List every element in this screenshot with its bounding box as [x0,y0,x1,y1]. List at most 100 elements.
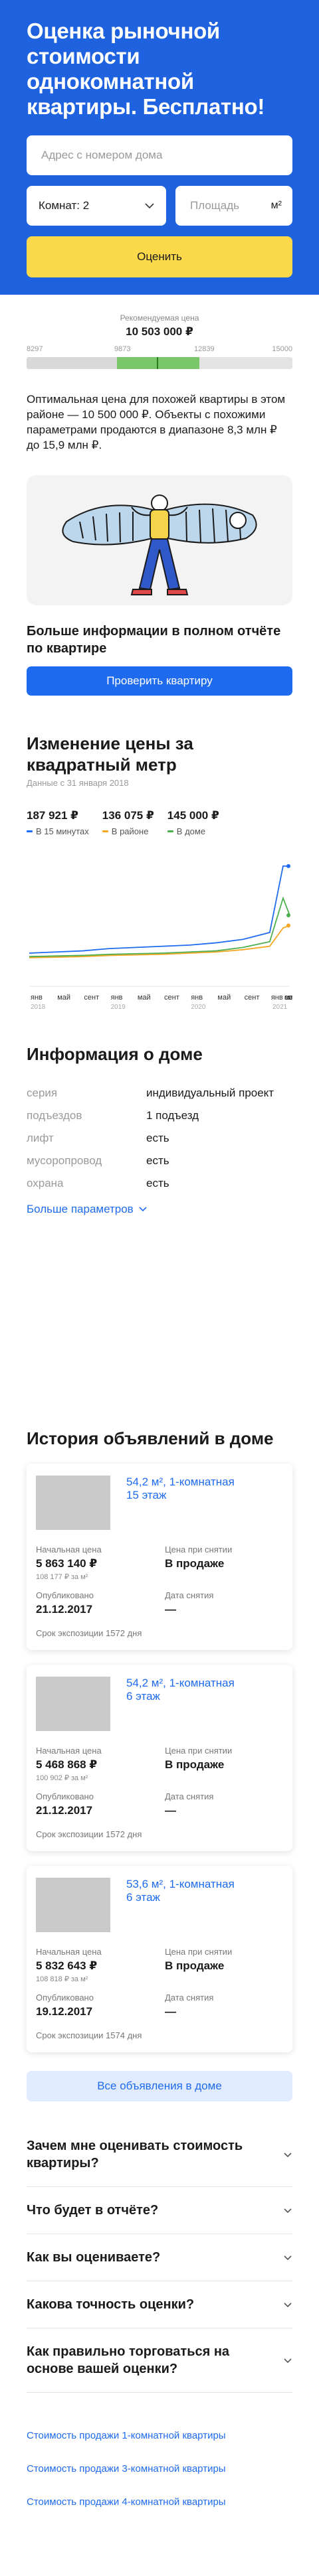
param-key: мусоропровод [27,1154,102,1167]
faq-item[interactable]: Какова точность оценки? [27,2281,292,2328]
rooms-select[interactable]: Комнат: 2 [27,186,166,226]
related-link[interactable]: Стоимость продажи 4-комнатной квартиры [27,2486,292,2519]
exposure-period: Срок экспозиции 1572 дня [36,1628,142,1638]
page-title: Оценка рыночной стоимости однокомнатной … [27,19,265,119]
tick-label: 15000 [272,345,292,353]
legend-item[interactable]: 187 921 ₽ В 15 минутах [27,809,89,836]
x-tick-label: янв [191,994,203,1002]
faq-item[interactable]: Зачем мне оценивать стоимость квартиры? [27,2123,292,2187]
faq-question: Какова точность оценки? [27,2297,195,2312]
year-label: 2021 [272,1004,288,1011]
param-key: охрана [27,1177,64,1189]
published-date: 21.12.2017 [36,1603,93,1616]
param-row: серия индивидуальный проект [27,1082,292,1104]
house-params: серия индивидуальный проект подъездов 1 по… [27,1082,292,1195]
x-tick-label: янв [111,994,123,1002]
series-end-point[interactable] [286,864,290,868]
param-row: мусоропровод есть [27,1150,292,1172]
listing-photo[interactable] [36,1476,110,1530]
listing-floor[interactable]: 6 этаж [126,1891,235,1904]
chart-legend: 187 921 ₽ В 15 минутах 136 075 ₽ В район… [27,809,292,836]
start-price: 5 468 868 ₽ [36,1758,98,1771]
start-price-label: Начальная цена [36,1746,102,1756]
house-info-title: Информация о доме [27,1044,203,1064]
start-price: 5 863 140 ₽ [36,1557,98,1570]
tick-label: 9873 [114,345,131,353]
chevron-down-icon [145,202,154,208]
price-scale: Рекомендуемая цена 10 503 000 ₽ 8297 987… [0,295,319,453]
chevron-down-icon [139,1207,147,1212]
param-key: лифт [27,1132,54,1144]
removed-date-label: Дата снятия [165,1993,214,2003]
faq-item[interactable]: Что будет в отчёте? [27,2187,292,2234]
listing-photo[interactable] [36,1878,110,1932]
area-input[interactable]: Площадь м² [175,186,292,226]
report-illustration [27,475,292,605]
listing-card[interactable]: 53,6 м², 1-комнатная 6 этаж Начальная це… [27,1866,292,2052]
start-price-label: Начальная цена [36,1947,102,1957]
faq-item[interactable]: Как правильно торговаться на основе ваше… [27,2328,292,2393]
legend-item[interactable]: 145 000 ₽ В доме [167,809,219,836]
listing-card[interactable]: 54,2 м², 1-комнатная 6 этаж Начальная це… [27,1665,292,1851]
chart-title: Изменение цены за квадратный метр [27,733,193,775]
legend-value: 145 000 ₽ [167,809,219,822]
more-params-label: Больше параметров [27,1203,134,1215]
promo-title: Больше информации в полном отчёте по ква… [27,624,281,656]
param-key: подъездов [27,1109,82,1122]
listing-title[interactable]: 53,6 м², 1-комнатная [126,1878,235,1891]
removed-price-label: Цена при снятии [165,1947,233,1957]
legend-dot [167,830,173,832]
series-line[interactable] [29,865,290,954]
listing-card[interactable]: 54,2 м², 1-комнатная 15 этаж Начальная ц… [27,1464,292,1650]
area-unit: м² [270,200,282,211]
check-apartment-button[interactable]: Проверить квартиру [27,666,292,696]
start-price-label: Начальная цена [36,1545,102,1554]
listing-title[interactable]: 54,2 м², 1-комнатная [126,1476,235,1489]
listing-floor[interactable]: 15 этаж [126,1489,235,1502]
param-key: серия [27,1087,58,1099]
page: Оценка рыночной стоимости однокомнатной … [0,0,319,2545]
faq: Зачем мне оценивать стоимость квартиры? … [0,2101,319,2393]
param-row: охрана есть [27,1172,292,1195]
x-tick-label: май [57,994,70,1002]
removed-date-label: Дата снятия [165,1590,214,1600]
published-label: Опубликовано [36,1590,94,1600]
exposure-period: Срок экспозиции 1574 дня [36,2030,142,2040]
faq-question: Зачем мне оценивать стоимость квартиры? [27,2139,243,2170]
price-chart[interactable]: янвмайсентянвмайсентянвмайсентянвмайсент… [27,846,300,1012]
legend-dot [102,830,108,832]
all-listings-button[interactable]: Все объявления в доме [27,2071,292,2101]
listing-floor[interactable]: 6 этаж [126,1690,235,1703]
year-label: 2019 [111,1004,126,1011]
chart-subtitle: Данные с 31 января 2018 [27,778,129,788]
listing-title[interactable]: 54,2 м², 1-комнатная [126,1677,235,1690]
related-link[interactable]: Стоимость продажи 1-комнатной квартиры [27,2419,292,2453]
faq-question: Как правильно торговаться на основе ваше… [27,2344,230,2376]
faq-item[interactable]: Как вы оцениваете? [27,2234,292,2281]
listing-photo[interactable] [36,1677,110,1731]
legend-label: В 15 минутах [36,826,89,836]
valuation-form: Оценка рыночной стоимости однокомнатной … [0,0,319,295]
series-end-point[interactable] [286,913,290,917]
param-value: индивидуальный проект [146,1087,274,1099]
series-end-point[interactable] [286,923,290,928]
related-link[interactable]: Стоимость продажи 3-комнатной квартиры [27,2453,292,2486]
x-tick-label: янв [31,994,43,1002]
faq-question: Как вы оцениваете? [27,2250,161,2265]
removed-price: В продаже [165,1557,225,1570]
more-params-link[interactable]: Больше параметров [27,1203,292,1216]
listing-history-title: История объявлений в доме [27,1428,274,1448]
address-input[interactable]: Адрес с номером дома [27,135,292,175]
x-tick-label: май [217,994,231,1002]
area-placeholder: Площадь [190,199,240,212]
evaluate-button[interactable]: Оценить [27,236,292,277]
tick-label: 8297 [27,345,43,353]
price-per-meter: 100 902 ₽ за м² [36,1774,88,1782]
chevron-down-icon [284,2208,292,2214]
series-line[interactable] [29,896,290,958]
x-tick-label: янв [271,994,283,1002]
param-value: 1 подъезд [146,1109,199,1122]
price-per-meter: 108 177 ₽ за м² [36,1573,88,1581]
legend-item[interactable]: 136 075 ₽ В районе [102,809,154,836]
report-promo: Больше информации в полном отчёте по ква… [27,475,292,696]
